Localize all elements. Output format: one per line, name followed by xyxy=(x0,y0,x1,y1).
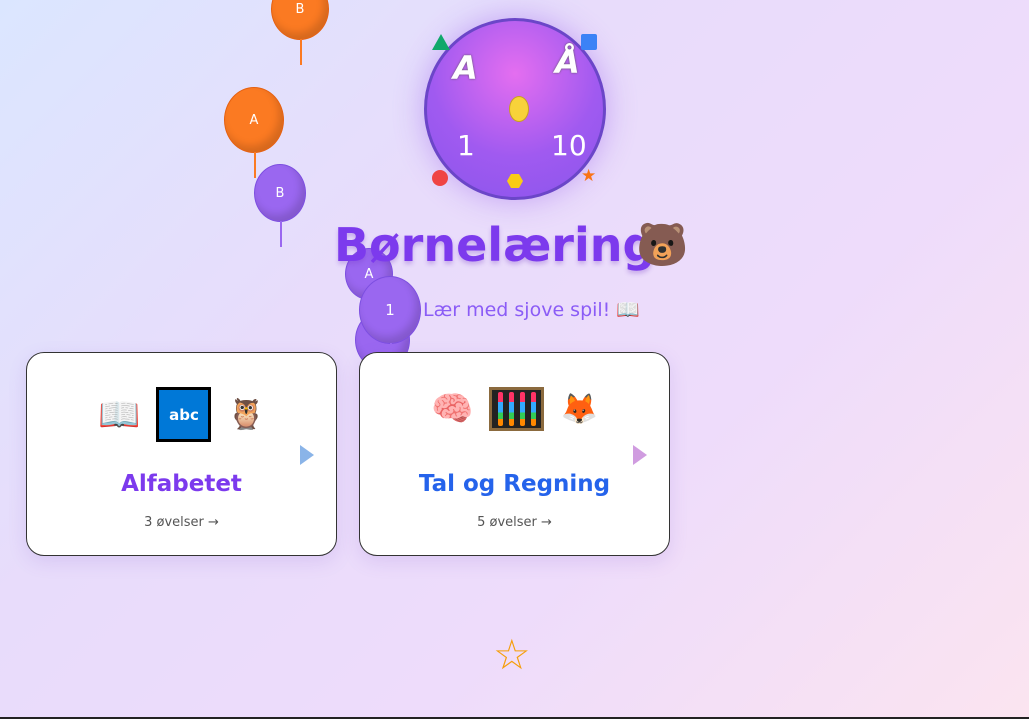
card-count: 3 øvelser → xyxy=(144,515,219,530)
bear-icon: 🐻 xyxy=(636,220,689,269)
card-count: 5 øvelser → xyxy=(477,515,552,530)
balloon[interactable]: 1 xyxy=(359,276,421,369)
fox-icon: 🦊 xyxy=(560,391,598,427)
logo-number-1: 1 xyxy=(457,129,475,162)
balloon[interactable]: B xyxy=(254,164,306,247)
play-arrow-icon xyxy=(300,445,314,465)
logo-letter-a: A xyxy=(453,49,478,87)
triangle-icon xyxy=(432,34,450,50)
star-icon[interactable]: ☆ xyxy=(493,634,531,676)
circle-icon xyxy=(432,170,448,186)
card-title: Alfabetet xyxy=(121,471,242,497)
logo-number-10: 10 xyxy=(551,129,587,162)
card-tal-og-regning[interactable]: 🧠 🦊 Tal og Regning 5 øvelser → xyxy=(359,352,670,556)
balloon[interactable]: A xyxy=(224,87,284,178)
owl-icon: 🦉 xyxy=(227,397,265,432)
logo-letter-aa: Å xyxy=(555,43,580,81)
app-logo: A Å 1 10 xyxy=(424,18,606,200)
balloon[interactable]: B xyxy=(271,0,329,65)
book-icon: 📖 xyxy=(98,394,141,435)
abacus-icon xyxy=(489,387,545,431)
play-arrow-icon xyxy=(633,445,647,465)
card-title: Tal og Regning xyxy=(418,471,611,497)
abc-icon: abc xyxy=(156,387,212,442)
star-small-icon: ★ xyxy=(581,166,597,186)
card-alfabetet[interactable]: 📖 abc 🦉 Alfabetet 3 øvelser → xyxy=(26,352,337,556)
square-icon xyxy=(581,34,597,50)
page-subtitle: Lær med sjove spil! 📖 xyxy=(423,299,640,321)
brain-icon: 🧠 xyxy=(431,389,474,429)
yellow-balloon-icon xyxy=(509,96,529,122)
page-title: Børnelæring xyxy=(334,218,656,272)
